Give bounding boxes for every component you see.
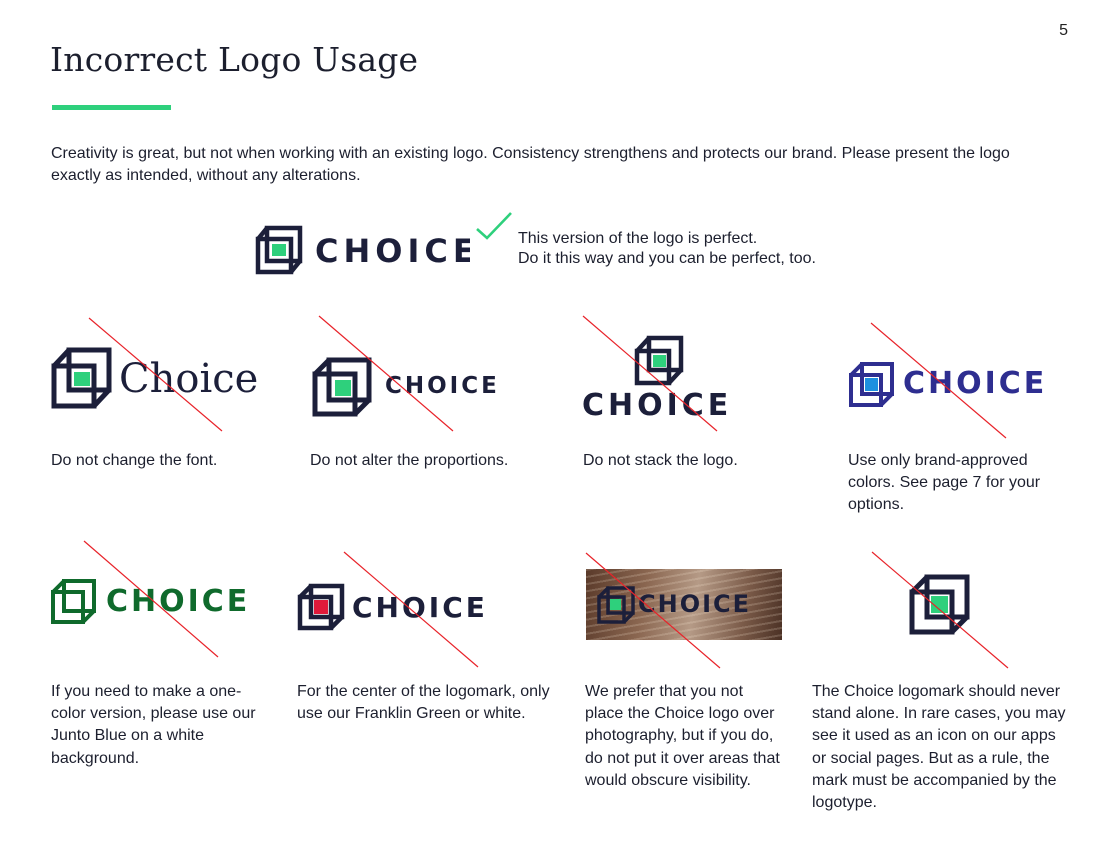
correct-note-line-2: Do it this way and you can be perfect, t… — [518, 250, 816, 267]
caption-font: Do not change the font. — [51, 452, 218, 469]
caption-photo: We prefer that you not place the Choice … — [585, 683, 780, 789]
page-number: 5 — [1059, 22, 1068, 39]
example-wordmark-proportions: CHOICE — [385, 373, 500, 399]
caption-colors: Use only brand-approved colors. See page… — [848, 452, 1041, 514]
logomark-icon — [297, 583, 345, 631]
logomark-icon — [849, 362, 894, 407]
example-wordmark-photo: CHOICE — [638, 590, 752, 618]
logomark-alone-icon — [909, 574, 970, 635]
correct-wordmark: CHOICE — [315, 232, 470, 270]
correct-logo-note: This version of the logo is perfect. Do … — [518, 229, 816, 269]
caption-center: For the center of the logomark, only use… — [297, 683, 550, 723]
intro-paragraph: Creativity is great, but not when workin… — [51, 145, 1010, 184]
correct-note-line-1: This version of the logo is perfect. — [518, 230, 758, 247]
caption-alone: The Choice logomark should never stand a… — [812, 683, 1066, 812]
example-wordmark-stacked: CHOICE — [582, 388, 733, 423]
caption-onecolor: If you need to make a one-color version,… — [51, 683, 256, 767]
correct-logo: CHOICE — [255, 225, 470, 275]
caption-proportions: Do not alter the proportions. — [310, 452, 509, 469]
logomark-center — [272, 244, 286, 256]
caption-stacked: Do not stack the logo. — [583, 452, 738, 469]
title-underline — [52, 105, 171, 110]
logomark-icon — [634, 335, 684, 386]
example-wordmark-colors: CHOICE — [903, 366, 1048, 401]
check-icon — [476, 212, 512, 240]
example-wordmark-center: CHOICE — [352, 591, 488, 624]
logomark-icon — [51, 347, 112, 409]
logomark-icon — [597, 586, 635, 624]
example-wordmark-onecolor: CHOICE — [106, 584, 251, 619]
logomark-icon — [51, 579, 96, 624]
example-wordmark-font: Choice — [119, 356, 259, 402]
page-title: Incorrect Logo Usage — [50, 40, 419, 79]
logomark-icon — [312, 357, 372, 417]
